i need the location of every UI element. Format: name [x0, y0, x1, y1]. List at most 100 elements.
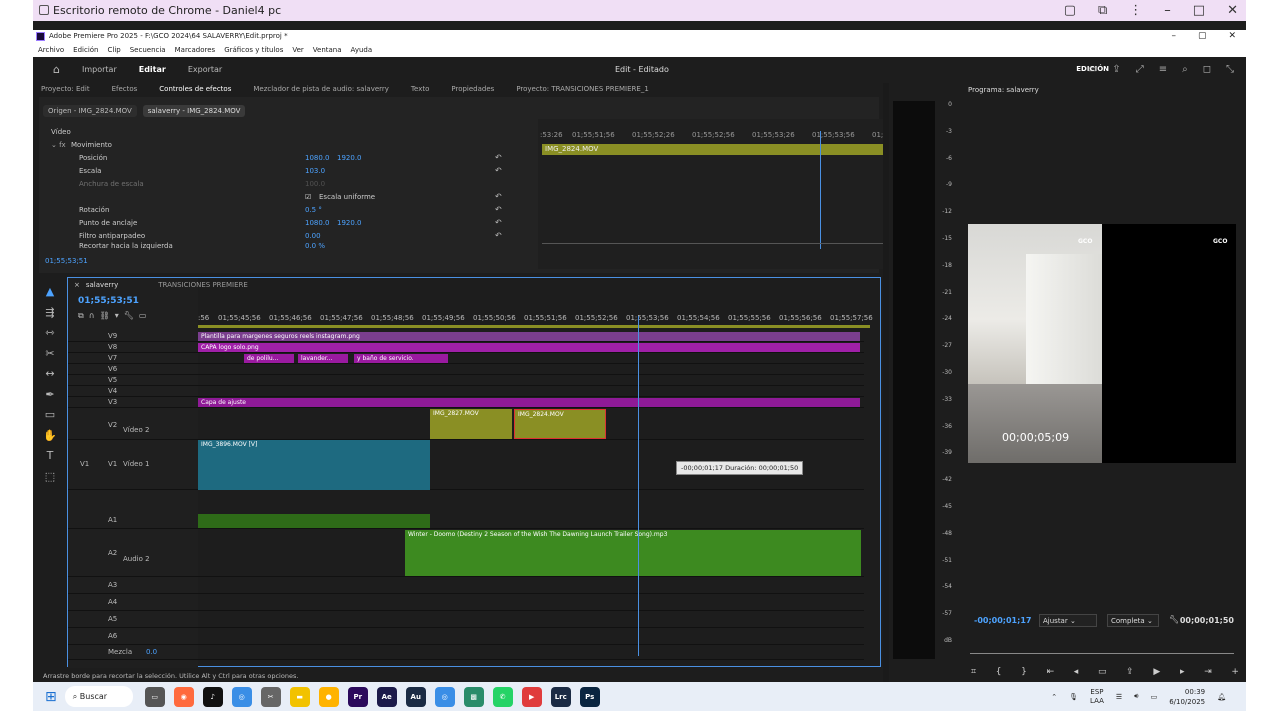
- anclaje-y[interactable]: 1920.0: [337, 219, 362, 227]
- mic-icon[interactable]: 🎙︎: [1069, 693, 1078, 701]
- program-timecode[interactable]: -00;00;01;17: [974, 616, 1031, 625]
- group-movimiento[interactable]: Movimiento: [71, 141, 112, 149]
- task-view-icon[interactable]: ▭: [144, 686, 165, 707]
- clip-audio-winter[interactable]: Winter - Doomo (Destiny 2 Season of the …: [405, 530, 861, 576]
- tiktok-icon[interactable]: ♪: [202, 686, 223, 707]
- program-title[interactable]: Programa: salaverry: [968, 86, 1039, 94]
- tab-efectos[interactable]: Efectos: [112, 85, 138, 93]
- timeline-timecode[interactable]: 01;55;53;51: [78, 296, 139, 306]
- effect-scrollbar[interactable]: [542, 243, 892, 244]
- lightroom-taskbar-icon[interactable]: Lrc: [550, 686, 571, 707]
- app-icon[interactable]: ▩: [463, 686, 484, 707]
- checkbox-icon[interactable]: ☑: [305, 193, 311, 201]
- home-icon[interactable]: ⌂: [53, 63, 60, 76]
- selection-tool-icon[interactable]: ▲: [37, 285, 63, 306]
- rectangle-tool-icon[interactable]: ▭: [37, 408, 63, 429]
- snip-icon[interactable]: ✂: [260, 686, 281, 707]
- clipboard-icon[interactable]: ▢: [1064, 3, 1076, 18]
- chrome-icon[interactable]: ◎: [434, 686, 455, 707]
- app-icon[interactable]: ◉: [173, 686, 194, 707]
- whatsapp-icon[interactable]: ✆: [492, 686, 513, 707]
- tab-transiciones[interactable]: TRANSICIONES PREMIERE: [158, 281, 248, 289]
- audition-taskbar-icon[interactable]: Au: [405, 686, 426, 707]
- more-icon[interactable]: ⋮: [1129, 3, 1142, 18]
- premiere-taskbar-icon[interactable]: Pr: [347, 686, 368, 707]
- clip-img-3896[interactable]: IMG_3896.MOV [V]: [198, 440, 430, 490]
- filtro-value[interactable]: 0.00: [305, 232, 321, 240]
- effect-clip-bar[interactable]: IMG_2824.MOV: [542, 144, 898, 155]
- slip-tool-icon[interactable]: ↔: [37, 367, 63, 388]
- type-tool-icon[interactable]: T: [37, 449, 63, 470]
- menu-clip[interactable]: Clip: [108, 46, 121, 54]
- nest-icon[interactable]: ⧉: [78, 311, 84, 321]
- windows-start-icon[interactable]: ⊞: [45, 689, 57, 705]
- fullscreen-icon[interactable]: ⤢: [1136, 64, 1144, 75]
- posicion-y[interactable]: 1920.0: [337, 154, 362, 162]
- reset-icon[interactable]: ↶: [495, 166, 502, 175]
- effect-playhead[interactable]: [820, 131, 821, 249]
- restore-button[interactable]: ▢: [1198, 31, 1207, 41]
- app-icon[interactable]: ●: [318, 686, 339, 707]
- tab-editar[interactable]: Editar: [139, 65, 166, 74]
- menu-ver[interactable]: Ver: [292, 46, 303, 54]
- marker-icon[interactable]: ▾: [115, 311, 119, 321]
- minimize-button[interactable]: –: [1164, 3, 1171, 18]
- tab-importar[interactable]: Importar: [82, 65, 117, 74]
- close-icon[interactable]: ×: [74, 281, 80, 289]
- menu-icon[interactable]: ≡: [1159, 64, 1167, 75]
- menu-ayuda[interactable]: Ayuda: [351, 46, 373, 54]
- caption-tool-icon[interactable]: ⬚: [37, 470, 63, 491]
- clip-capa-ajuste[interactable]: Capa de ajuste: [198, 398, 860, 407]
- snap-icon[interactable]: ∩: [89, 311, 95, 321]
- notification-icon[interactable]: 🔔︎: [1217, 693, 1226, 701]
- pen-tool-icon[interactable]: ✒: [37, 388, 63, 409]
- tab-propiedades[interactable]: Propiedades: [451, 85, 494, 93]
- notifications-icon[interactable]: ◻: [1203, 64, 1211, 75]
- taskbar-search[interactable]: ⌕ Buscar: [64, 686, 133, 707]
- reset-icon[interactable]: ↶: [495, 218, 502, 227]
- network-icon[interactable]: ☰: [1116, 693, 1122, 701]
- file-explorer-icon[interactable]: ▬: [289, 686, 310, 707]
- tray-chevron-icon[interactable]: ⌃: [1051, 693, 1057, 701]
- language-indicator[interactable]: ESP LAA: [1090, 688, 1104, 706]
- menu-secuencia[interactable]: Secuencia: [130, 46, 166, 54]
- menu-marcadores[interactable]: Marcadores: [175, 46, 216, 54]
- reset-icon[interactable]: ↶: [495, 205, 502, 214]
- menu-archivo[interactable]: Archivo: [38, 46, 64, 54]
- razor-tool-icon[interactable]: ✂: [37, 347, 63, 368]
- tab-mezclador[interactable]: Mezclador de pista de audio: salaverry: [253, 85, 389, 93]
- aftereffects-taskbar-icon[interactable]: Ae: [376, 686, 397, 707]
- fit-dropdown[interactable]: Ajustar ⌄: [1039, 614, 1097, 627]
- quality-dropdown[interactable]: Completa ⌄: [1107, 614, 1159, 627]
- chrome-icon[interactable]: ◎: [231, 686, 252, 707]
- tab-proyecto-edit[interactable]: Proyecto: Edit: [41, 85, 90, 93]
- minimize-button[interactable]: –: [1171, 31, 1176, 41]
- tab-exportar[interactable]: Exportar: [188, 65, 222, 74]
- clip-text-1[interactable]: de polilu...: [244, 354, 294, 363]
- posicion-x[interactable]: 1080.0: [305, 154, 330, 162]
- clip-audio-a1[interactable]: [198, 514, 430, 528]
- share-icon[interactable]: ⇪: [1112, 64, 1120, 75]
- wrench-icon[interactable]: 🔧︎: [1169, 615, 1179, 624]
- volume-icon[interactable]: 🔊︎: [1134, 692, 1138, 701]
- anclaje-x[interactable]: 1080.0: [305, 219, 330, 227]
- ripple-tool-icon[interactable]: ⇿: [37, 326, 63, 347]
- tab-texto[interactable]: Texto: [411, 85, 429, 93]
- reset-icon[interactable]: ↶: [495, 192, 502, 201]
- expand-arrow-icon[interactable]: ⌄ fx: [51, 141, 66, 149]
- recortar-value[interactable]: 0.0 %: [305, 242, 325, 250]
- reset-icon[interactable]: ↶: [495, 231, 502, 240]
- battery-icon[interactable]: ▭: [1151, 693, 1158, 701]
- hand-tool-icon[interactable]: ✋: [37, 429, 63, 450]
- tab-proyecto-transiciones[interactable]: Proyecto: TRANSICIONES PREMIERE_1: [516, 85, 648, 93]
- timeline-playhead[interactable]: [638, 316, 639, 656]
- effect-timecode[interactable]: 01;55;53;51: [45, 257, 88, 265]
- search-icon[interactable]: ⌕: [1182, 64, 1188, 75]
- captions-icon[interactable]: ▭: [139, 311, 147, 321]
- rotacion-value[interactable]: 0.5 °: [305, 206, 322, 214]
- reset-icon[interactable]: ↶: [495, 153, 502, 162]
- menu-edicion[interactable]: Edición: [73, 46, 98, 54]
- source-tab[interactable]: Origen - IMG_2824.MOV: [43, 105, 137, 117]
- close-button[interactable]: ✕: [1228, 31, 1236, 41]
- tab-salaverry[interactable]: salaverry: [86, 281, 118, 289]
